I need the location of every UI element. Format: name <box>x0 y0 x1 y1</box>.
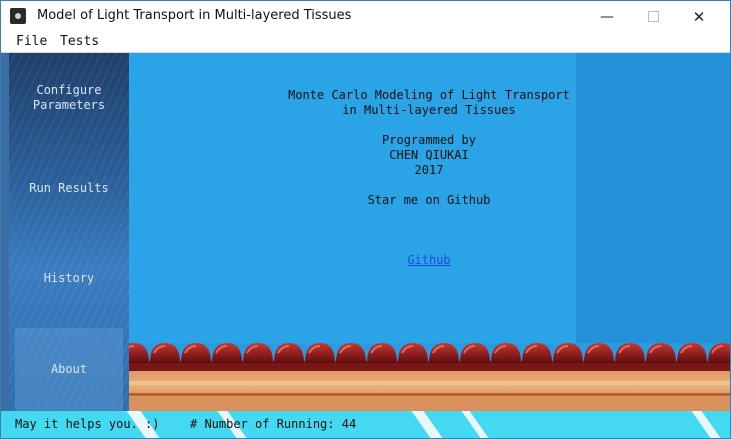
about-star-prompt: Star me on Github <box>367 193 491 207</box>
sidebar-item-label: About <box>50 362 88 376</box>
sidebar-item-history[interactable]: History <box>9 271 129 286</box>
running-count: # Number of Running: 44 <box>190 417 357 431</box>
about-text: Monte Carlo Modeling of Light Transport … <box>279 88 579 268</box>
sidebar-item-label: Configure <box>36 83 102 97</box>
status-stripe <box>411 411 443 438</box>
status-stripe <box>461 411 489 438</box>
sidebar-item-label: History <box>43 271 95 285</box>
maximize-button[interactable] <box>630 1 676 32</box>
roof-tiles-decoration <box>129 343 730 411</box>
status-bar: May it helps you. :) # Number of Running… <box>1 411 730 438</box>
about-author: CHEN QIUKAI <box>389 148 469 162</box>
sidebar-item-configure-parameters[interactable]: Configure Parameters <box>9 83 129 113</box>
app-window: Model of Light Transport in Multi-layere… <box>0 0 731 439</box>
sidebar: Configure Parameters Run Results History… <box>9 53 129 411</box>
window-title: Model of Light Transport in Multi-layere… <box>37 8 352 23</box>
title-bar[interactable]: Model of Light Transport in Multi-layere… <box>1 1 730 32</box>
menu-bar: File Tests <box>1 32 730 53</box>
app-icon <box>10 8 26 24</box>
github-link[interactable]: Github <box>407 253 450 267</box>
sidebar-item-label: Parameters <box>32 98 106 112</box>
about-panel-side <box>576 53 730 343</box>
about-title-line2: in Multi-layered Tissues <box>342 103 516 117</box>
minimize-button[interactable]: — <box>584 1 630 32</box>
menu-file[interactable]: File <box>16 34 47 49</box>
about-programmed-by: Programmed by <box>382 133 476 147</box>
close-button[interactable]: ✕ <box>676 1 722 32</box>
about-title-line1: Monte Carlo Modeling of Light Transport <box>288 88 570 102</box>
sidebar-edge <box>1 53 9 411</box>
about-panel: Monte Carlo Modeling of Light Transport … <box>129 53 730 411</box>
status-message: May it helps you. :) <box>15 417 160 431</box>
sidebar-item-label: Run Results <box>29 181 109 195</box>
menu-tests[interactable]: Tests <box>60 34 99 49</box>
status-stripe <box>691 411 721 438</box>
sidebar-item-run-results[interactable]: Run Results <box>9 181 129 196</box>
about-year: 2017 <box>414 163 444 177</box>
maximize-icon <box>647 11 659 22</box>
sidebar-item-about[interactable]: About <box>15 328 123 411</box>
